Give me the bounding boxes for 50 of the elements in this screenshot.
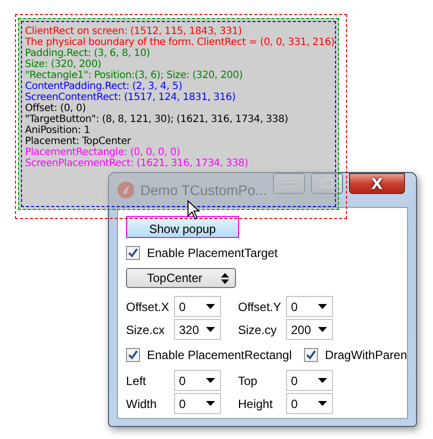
maximize-button[interactable] [310,172,343,194]
checkbox[interactable] [304,348,318,362]
info-line: ClientRect on screen: (1512, 115, 1843, 331) [25,26,243,37]
info-line: ScreenPlacementRect: (1621, 316, 1734, 338) [25,158,250,169]
combo-box[interactable]: 0 [286,296,333,317]
field-label: Top [238,374,258,388]
dropdown-arrow-icon [206,401,215,406]
info-line: ScreenContentRect: (1517, 124, 1831, 316) [25,92,237,103]
dropdown-arrow-icon [318,378,327,383]
info-line: Placement: TopCenter [25,136,131,147]
field-label: Offset.Y [238,300,282,314]
dropdown-arrow-icon [318,401,327,406]
window-title: Demo TCustomPo... [140,182,267,198]
info-line: Offset: (0, 0) [25,103,87,114]
info-line: Padding.Rect: (3, 6, 8, 10) [25,48,151,59]
info-line: AniPosition: 1 [25,125,90,136]
spinner-arrows-icon [221,272,229,284]
checkbox-label: Enable PlacementRectangl [147,348,292,362]
placement-select[interactable]: TopCenter [126,268,236,288]
combo-box[interactable]: 320 [174,319,221,340]
checkbox-label: Enable PlacementTarget [147,246,278,260]
dropdown-arrow-icon [318,327,327,332]
field-label: Offset.X [126,300,170,314]
combo-box[interactable]: 0 [286,393,333,414]
app-icon [117,181,134,199]
dropdown-arrow-icon [206,378,215,383]
combo-box[interactable]: 200 [286,319,333,340]
close-button[interactable]: X [348,173,405,194]
show-popup-button[interactable]: Show popup [126,216,239,238]
info-line: The physical boundary of the form. ClientRect = (0, 0, 331, 216) [25,37,332,48]
info-line: PlacementRectangle: (0, 0, 0, 0) [25,147,182,158]
field-label: Size.cy [238,322,278,336]
checkbox[interactable] [126,348,140,362]
info-line: ContentPadding.Rect: (2, 3, 4, 5) [25,81,184,92]
combo-box[interactable]: 0 [286,370,333,391]
field-label: Width [126,396,158,410]
dropdown-arrow-icon [206,304,215,309]
dropdown-arrow-icon [206,327,215,332]
info-line: "Rectangle1": Position:(3, 6); Size: (320, 200) [25,70,244,81]
checkbox[interactable] [126,246,140,260]
combo-box[interactable]: 0 [174,296,221,317]
info-line: Size: (320, 200) [25,59,102,70]
field-label: Size.cx [126,322,166,336]
field-label: Left [126,374,148,388]
combo-box[interactable]: 0 [174,370,221,391]
info-line: "TargetButton": (8, 8, 121, 30); (1621, 316, 1734, 338) [25,114,290,125]
dropdown-arrow-icon [318,304,327,309]
checkbox-label: DragWithParen [324,348,407,362]
field-label: Height [238,396,274,410]
combo-box[interactable]: 0 [174,393,221,414]
